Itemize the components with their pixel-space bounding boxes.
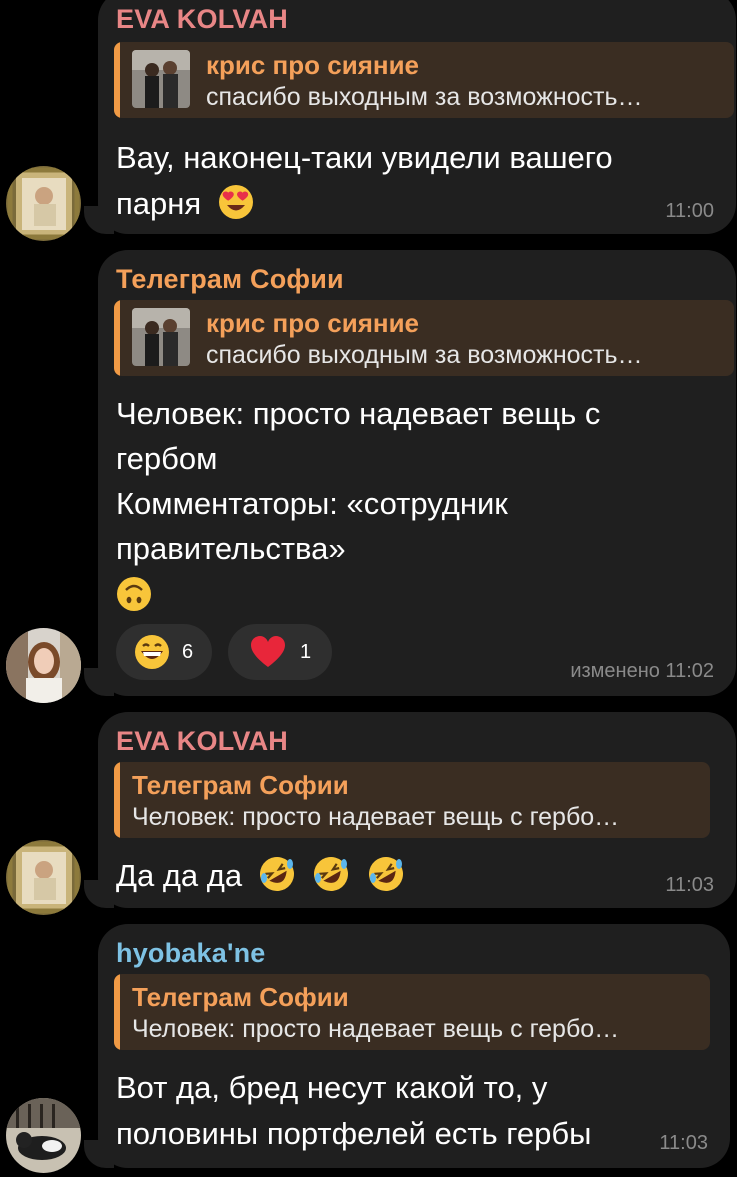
message-emoji-line <box>116 576 152 614</box>
message-text-line-with-emoji: Да да да <box>116 856 404 894</box>
reply-bar <box>114 974 120 1050</box>
message-bubble[interactable]: hyobaka'ne Телеграм Софии Человек: прост… <box>70 924 730 1168</box>
rolling-on-floor-laughing-emoji-icon <box>368 856 404 892</box>
avatar[interactable] <box>6 628 81 703</box>
message-time: изменено 11:02 <box>570 660 714 682</box>
message-bubble[interactable]: Телеграм Софии крис про сияние спасибо в… <box>70 250 736 696</box>
bubble-tail <box>84 668 114 696</box>
rolling-on-floor-laughing-emoji-icon <box>259 856 295 892</box>
reply-bar <box>114 300 120 376</box>
reaction-count: 1 <box>300 641 312 663</box>
reply-text: Человек: просто надевает вещь с гербо… <box>132 803 620 831</box>
reply-preview[interactable]: крис про сияние спасибо выходным за возм… <box>114 42 734 118</box>
message-text: парня <box>116 186 202 221</box>
reply-sender: Телеграм Софии <box>132 982 349 1012</box>
sender-name[interactable]: hyobaka'ne <box>116 938 265 969</box>
message-text-line: Комментаторы: «сотрудник <box>116 486 508 521</box>
reply-text: Человек: просто надевает вещь с гербо… <box>132 1015 620 1043</box>
message-time: 11:00 <box>665 200 714 222</box>
avatar[interactable] <box>6 166 81 241</box>
reply-sender: крис про сияние <box>206 308 420 338</box>
red-heart-emoji-icon <box>250 634 286 675</box>
message-text-line: Вау, наконец-таки увидели вашего <box>116 140 613 175</box>
message-text-line: половины портфелей есть гербы <box>116 1116 592 1151</box>
message-bubble[interactable]: EVA KOLVAH Телеграм Софии Человек: прост… <box>70 712 736 908</box>
sender-name[interactable]: Телеграм Софии <box>116 264 344 295</box>
message-text: Да да да <box>116 858 243 893</box>
bubble-tail <box>84 1140 114 1168</box>
reply-preview[interactable]: Телеграм Софии Человек: просто надевает … <box>114 762 710 838</box>
message-time: 11:03 <box>665 874 714 896</box>
chat-view: EVA KOLVAH крис про сияние спасибо выход… <box>0 0 737 1177</box>
reply-sender: Телеграм Софии <box>132 770 349 800</box>
upside-down-face-emoji-icon <box>116 576 152 612</box>
message-text-line: правительства» <box>116 531 346 566</box>
reaction-grinning[interactable]: 6 <box>116 624 212 680</box>
grinning-face-emoji-icon <box>134 634 170 675</box>
rolling-on-floor-laughing-emoji-icon <box>313 856 349 892</box>
reply-bar <box>114 762 120 838</box>
message-bubble[interactable]: EVA KOLVAH крис про сияние спасибо выход… <box>70 0 736 234</box>
message-text-line: Вот да, бред несут какой то, у <box>116 1070 548 1105</box>
reply-thumbnail <box>132 308 190 366</box>
message-text-line: гербом <box>116 441 218 476</box>
message-text-line: Человек: просто надевает вещь с <box>116 396 601 431</box>
bubble-tail <box>84 880 114 908</box>
reply-preview[interactable]: крис про сияние спасибо выходным за возм… <box>114 300 734 376</box>
reaction-count: 6 <box>182 641 194 663</box>
message-time: 11:03 <box>659 1132 708 1154</box>
sender-name[interactable]: EVA KOLVAH <box>116 726 288 757</box>
reply-sender: крис про сияние <box>206 50 420 80</box>
reply-text: спасибо выходным за возможность… <box>206 341 643 369</box>
reaction-heart[interactable]: 1 <box>228 624 332 680</box>
reply-thumbnail <box>132 50 190 108</box>
reply-text: спасибо выходным за возможность… <box>206 83 643 111</box>
sender-name[interactable]: EVA KOLVAH <box>116 4 288 35</box>
avatar[interactable] <box>6 1098 81 1173</box>
avatar[interactable] <box>6 840 81 915</box>
reply-preview[interactable]: Телеграм Софии Человек: просто надевает … <box>114 974 710 1050</box>
heart-eyes-emoji-icon <box>218 184 254 220</box>
message-text-line-with-emoji: парня <box>116 184 254 222</box>
bubble-tail <box>84 206 114 234</box>
reply-bar <box>114 42 120 118</box>
